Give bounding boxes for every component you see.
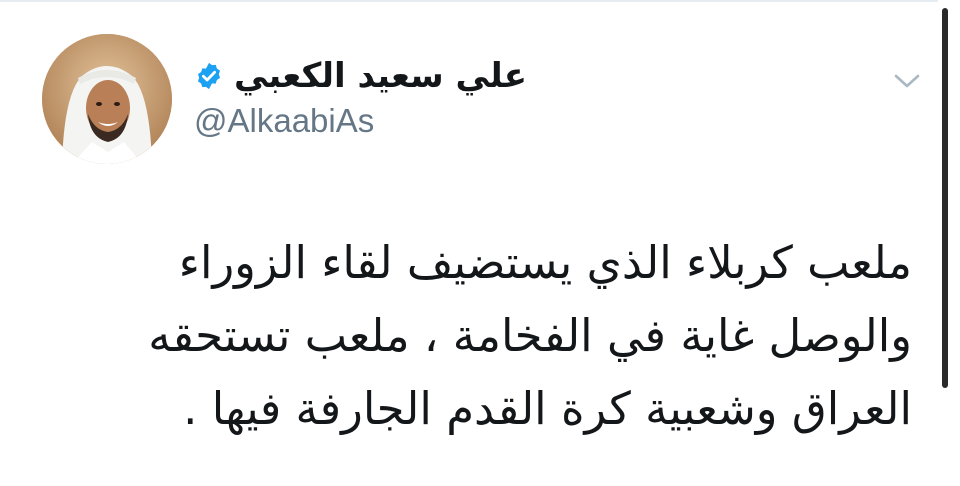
verified-badge-icon [194,61,224,91]
author-name-row[interactable]: علي سعيد الكعبي [194,52,527,100]
scrollbar[interactable] [938,0,960,486]
avatar[interactable] [42,34,172,164]
author-display-name[interactable]: علي سعيد الكعبي [234,59,527,93]
tweet-text-line: ملعب كربلاء الذي يستضيف لقاء الزوراء [178,236,912,289]
tweet-text-line: والوصل غاية في الفخامة ، ملعب تستحقه [148,309,912,362]
top-divider [0,0,960,2]
author-handle[interactable]: @AlkaabiAs [194,102,374,140]
scrollbar-thumb[interactable] [942,8,948,388]
chevron-down-icon[interactable] [890,66,924,96]
tweet-text-line: العراق وشعبية كرة القدم الجارفة فيها . [183,382,912,435]
tweet-text: ملعب كربلاء الذي يستضيف لقاء الزوراء وال… [92,226,912,445]
